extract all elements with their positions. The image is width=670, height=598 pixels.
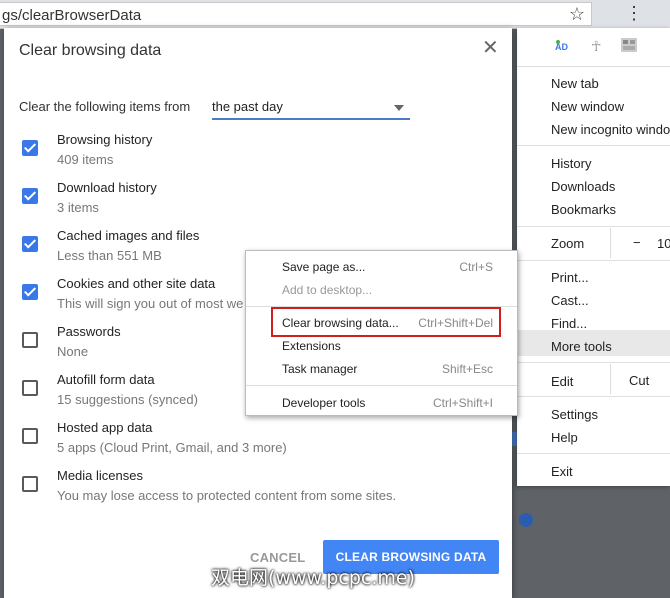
time-range-value: the past day [212,99,283,114]
chevron-down-icon [394,105,404,111]
chrome-menu-kebab-icon[interactable]: ⋮ [620,2,648,26]
menu-settings[interactable]: Settings [551,407,598,422]
checkbox-hosted-app-data[interactable] [22,428,38,444]
submenu-clear-browsing-data[interactable]: Clear browsing data... [282,316,399,330]
extension-icons-row: AD ☥ [517,28,670,67]
menu-divider [517,145,670,146]
menu-new-window[interactable]: New window [551,99,624,114]
menu-zoom-label: Zoom [551,236,585,251]
menu-edit-label: Edit [551,374,574,389]
background-page-dot [519,513,533,527]
option-title: Media licenses [57,468,143,483]
checkbox-download-history[interactable] [22,188,38,204]
option-hosted-app-data: Hosted app data 5 apps (Cloud Print, Gma… [4,420,512,466]
menu-exit[interactable]: Exit [551,464,573,479]
edit-controls: Cut [610,364,670,394]
menu-divider [517,362,670,363]
menu-downloads[interactable]: Downloads [551,179,615,194]
dialog-title: Clear browsing data [19,42,162,59]
submenu-add-to-desktop: Add to desktop... [282,283,373,297]
shortcut-save-page: Ctrl+S [459,260,493,274]
option-download-history: Download history 3 items [4,180,512,226]
option-title: Download history [57,180,157,195]
option-subtitle: This will sign you out of most we [57,296,244,311]
option-subtitle: You may lose access to protected content… [57,488,397,503]
menu-more-tools[interactable]: More tools [551,339,612,354]
menu-divider [517,226,670,227]
checkbox-autofill[interactable] [22,380,38,396]
extension-grid-icon[interactable] [621,38,637,55]
option-title: Passwords [57,324,121,339]
extension-abp-icon[interactable]: AD [555,38,573,57]
menu-new-tab[interactable]: New tab [551,76,599,91]
menu-divider [517,396,670,397]
option-subtitle: 15 suggestions (synced) [57,392,198,407]
submenu-save-page[interactable]: Save page as... [282,260,365,274]
shortcut-task-manager: Shift+Esc [441,362,493,376]
option-media-licenses: Media licenses You may lose access to pr… [4,468,512,514]
checkbox-cached-images[interactable] [22,236,38,252]
chrome-main-menu: AD ☥ New tab New window New incognito wi… [517,28,670,486]
menu-find[interactable]: Find... [551,316,587,331]
bookmark-star-icon[interactable]: ☆ [569,4,585,25]
option-subtitle: Less than 551 MB [57,248,162,263]
submenu-task-manager[interactable]: Task manager [282,362,357,376]
menu-bookmarks[interactable]: Bookmarks [551,202,616,217]
menu-print[interactable]: Print... [551,270,589,285]
shortcut-clear-browsing-data: Ctrl+Shift+Del [418,316,493,330]
menu-divider [517,260,670,261]
shortcut-developer-tools: Ctrl+Shift+I [432,396,493,410]
menu-cast[interactable]: Cast... [551,293,589,308]
checkbox-passwords[interactable] [22,332,38,348]
submenu-developer-tools[interactable]: Developer tools [282,396,365,410]
option-subtitle: 5 apps (Cloud Print, Gmail, and 3 more) [57,440,287,455]
menu-cut-button[interactable]: Cut [629,373,649,388]
address-bar[interactable]: gs/clearBrowserData ☆ [0,2,592,26]
submenu-divider [246,385,517,386]
checkbox-browsing-history[interactable] [22,140,38,156]
watermark-text: 双电网(www.pcpc.me) [211,567,415,589]
browser-toolbar: gs/clearBrowserData ☆ ⋮ [0,0,670,29]
option-title: Cached images and files [57,228,200,243]
time-range-select[interactable]: the past day [212,96,410,120]
close-icon[interactable]: ✕ [482,38,499,58]
url-text: gs/clearBrowserData [2,7,142,24]
checkbox-cookies[interactable] [22,284,38,300]
option-title: Autofill form data [57,372,155,387]
menu-help[interactable]: Help [551,430,578,445]
option-subtitle: 409 items [57,152,114,167]
menu-history[interactable]: History [551,156,591,171]
zoom-level: 10 [657,236,670,251]
submenu-extensions[interactable]: Extensions [282,339,341,353]
option-title: Browsing history [57,132,153,147]
checkbox-media-licenses[interactable] [22,476,38,492]
zoom-controls: − 10 [610,228,670,258]
option-subtitle: None [57,344,89,359]
menu-new-incognito[interactable]: New incognito window [551,122,670,137]
option-subtitle: 3 items [57,200,99,215]
option-title: Cookies and other site data [57,276,216,291]
option-title: Hosted app data [57,420,153,435]
option-browsing-history: Browsing history 409 items [4,132,512,178]
extension-ankh-icon[interactable]: ☥ [591,38,601,55]
zoom-out-button[interactable]: − [633,235,641,250]
more-tools-submenu: Save page as... Ctrl+S Add to desktop...… [245,250,518,416]
menu-divider [517,453,670,454]
time-range-label: Clear the following items from [19,99,191,114]
